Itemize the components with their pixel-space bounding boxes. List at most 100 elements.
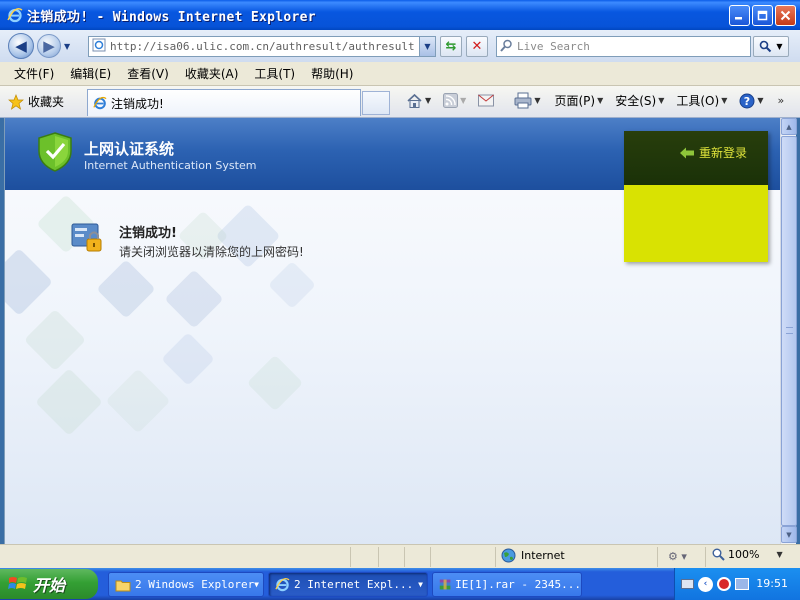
back-icon: ◀ <box>15 37 27 55</box>
print-icon <box>514 92 532 109</box>
taskbar-button-label: 2 Internet Expl... <box>294 578 414 591</box>
star-icon <box>8 93 24 110</box>
toolbar-chevron[interactable]: » <box>778 94 785 107</box>
address-toolbar: ◀ ▶ ▼ http://isa06.ulic.com.cn/authresul… <box>0 30 800 62</box>
search-box[interactable]: Live Search <box>496 36 751 57</box>
zoom-level: 100% <box>728 548 760 561</box>
mail-button[interactable] <box>478 94 495 107</box>
stop-icon: ✕ <box>471 39 483 54</box>
recent-pages-dropdown[interactable]: ▼ <box>64 42 70 51</box>
menu-file[interactable]: 文件(F) <box>6 65 62 82</box>
window-title-bar[interactable]: 注销成功! - Windows Internet Explorer <box>0 0 800 30</box>
help-menu-button[interactable]: ? ▼ <box>739 93 764 109</box>
refresh-icon: ⇆ <box>445 39 457 54</box>
forward-button[interactable]: ▶ <box>37 34 61 58</box>
message-body: 请关闭浏览器以清除您的上网密码! <box>119 245 304 259</box>
ie-logo-icon <box>275 577 290 592</box>
taskbar-windows-explorer[interactable]: 2 Windows Explorer ▼ <box>108 572 264 597</box>
search-button[interactable]: ▼ <box>753 36 789 57</box>
print-button[interactable]: ▼ <box>514 92 540 109</box>
keyboard-icon[interactable] <box>681 579 694 589</box>
stop-button[interactable]: ✕ <box>466 36 488 57</box>
menu-favorites[interactable]: 收藏夹(A) <box>177 65 247 82</box>
address-bar[interactable]: http://isa06.ulic.com.cn/authresult/auth… <box>88 36 436 57</box>
ie-logo-icon <box>93 96 107 110</box>
address-url[interactable]: http://isa06.ulic.com.cn/authresult/auth… <box>110 40 415 53</box>
relogin-panel: 重新登录 <box>624 131 768 262</box>
taskbar-button-label: IE[1].rar - 2345... <box>455 578 581 591</box>
scroll-up-button[interactable]: ▲ <box>781 118 797 135</box>
system-tray: ‹ 19:51 <box>674 568 800 600</box>
start-button[interactable]: 开始 <box>0 569 98 599</box>
new-tab-button[interactable] <box>362 91 390 115</box>
taskbar-winrar[interactable]: IE[1].rar - 2345... <box>432 572 582 597</box>
command-toolbar: 收藏夹 注销成功! ▼ ▼ ▼ 页面(P) ▼ 安全(S) ▼ 工具(O) ▼ … <box>0 86 800 118</box>
arrow-left-icon <box>680 147 694 158</box>
home-button[interactable]: ▼ <box>406 92 431 109</box>
search-placeholder: Live Search <box>517 40 590 53</box>
protected-mode-icon[interactable]: ⚙ ▾ <box>668 550 687 563</box>
status-bar: Internet ⚙ ▾ 100% ▼ <box>0 544 800 568</box>
maximize-button[interactable] <box>752 5 773 26</box>
menu-help[interactable]: 帮助(H) <box>303 65 361 82</box>
folder-icon <box>115 580 131 591</box>
page-content: 上网认证系统 Internet Authentication System 重新… <box>4 118 780 544</box>
mail-icon <box>478 94 495 107</box>
system-subtitle: Internet Authentication System <box>84 159 257 172</box>
scroll-down-button[interactable]: ▼ <box>781 526 797 543</box>
live-search-icon <box>500 39 513 55</box>
page-menu-label: 页面(P) <box>554 94 596 108</box>
scroll-thumb[interactable] <box>781 136 797 526</box>
clock: 19:51 <box>756 577 788 590</box>
help-icon: ? <box>739 93 755 108</box>
window-title: 注销成功! - Windows Internet Explorer <box>27 9 316 25</box>
tab-current[interactable]: 注销成功! <box>87 89 361 116</box>
ie-logo-icon <box>7 7 23 23</box>
tray-expand-button[interactable]: ‹ <box>698 576 713 592</box>
back-button[interactable]: ◀ <box>8 33 34 59</box>
menu-view[interactable]: 查看(V) <box>119 65 177 82</box>
home-icon <box>407 93 422 108</box>
close-button[interactable] <box>775 5 796 26</box>
tab-title: 注销成功! <box>111 96 164 111</box>
safety-menu-label: 安全(S) <box>615 94 657 108</box>
lock-card-icon <box>71 223 102 252</box>
address-dropdown-button[interactable]: ▼ <box>419 37 435 56</box>
relogin-link[interactable]: 重新登录 <box>679 144 747 161</box>
menu-edit[interactable]: 编辑(E) <box>62 65 119 82</box>
message-title: 注销成功! <box>119 226 177 241</box>
search-options-dropdown[interactable]: ▼ <box>776 42 782 51</box>
shield-icon <box>38 132 72 172</box>
tools-menu-label: 工具(O) <box>676 94 720 108</box>
winrar-icon <box>439 579 451 590</box>
forward-icon: ▶ <box>43 37 55 55</box>
refresh-button[interactable]: ⇆ <box>440 36 462 57</box>
zone-label: Internet <box>521 549 565 562</box>
favorites-label: 收藏夹 <box>28 95 65 109</box>
safety-menu-button[interactable]: 安全(S) ▼ <box>615 92 664 109</box>
minimize-button[interactable] <box>729 5 750 26</box>
svg-text:?: ? <box>744 95 750 108</box>
zoom-icon <box>712 548 725 561</box>
taskbar-internet-explorer[interactable]: 2 Internet Expl... ▼ <box>268 572 428 597</box>
zoom-control[interactable]: 100% ▼ <box>712 548 783 561</box>
relogin-label: 重新登录 <box>699 146 748 160</box>
search-icon <box>760 40 772 53</box>
page-menu-button[interactable]: 页面(P) ▼ <box>554 92 603 109</box>
windows-logo-icon <box>8 577 27 589</box>
vertical-scrollbar[interactable]: ▲ ▼ <box>780 118 797 544</box>
taskbar: 开始 2 Windows Explorer ▼ 2 Internet Expl.… <box>0 568 800 600</box>
globe-icon <box>501 548 516 563</box>
network-icon[interactable] <box>735 578 749 590</box>
taskbar-button-label: 2 Windows Explorer <box>135 578 255 591</box>
rss-icon <box>443 93 459 108</box>
page-icon <box>92 38 106 55</box>
menu-bar: 文件(F) 编辑(E) 查看(V) 收藏夹(A) 工具(T) 帮助(H) <box>0 62 800 86</box>
favorites-button[interactable]: 收藏夹 <box>8 93 64 110</box>
feeds-button[interactable]: ▼ <box>443 93 466 108</box>
menu-tools[interactable]: 工具(T) <box>246 65 303 82</box>
start-label: 开始 <box>33 576 66 595</box>
security-zone[interactable]: Internet <box>501 548 565 563</box>
tools-menu-button[interactable]: 工具(O) ▼ <box>676 92 727 109</box>
antivirus-icon[interactable] <box>717 577 731 591</box>
